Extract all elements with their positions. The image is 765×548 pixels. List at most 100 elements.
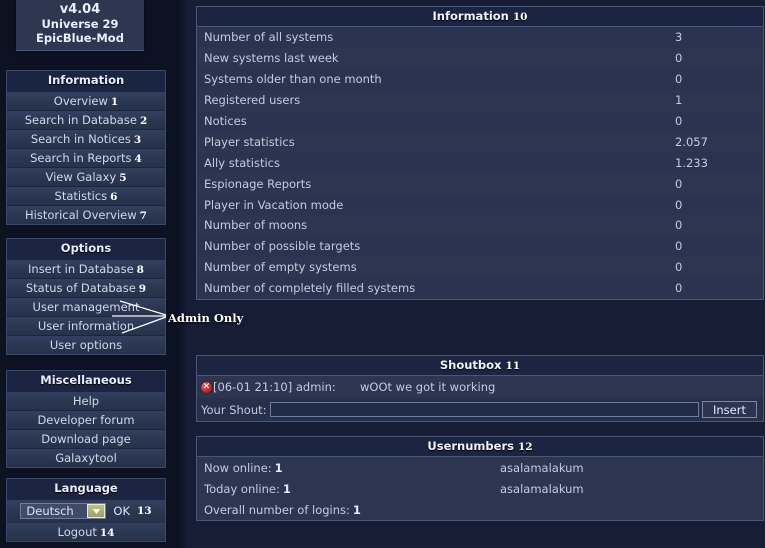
usernumbers-count: 1 — [274, 460, 283, 475]
sidebar-item-key: 8 — [136, 264, 144, 276]
app-version-header: v4.04 Universe 29 EpicBlue-Mod — [16, 0, 144, 51]
info-value: 0 — [675, 281, 683, 296]
usernumbers-count: 1 — [282, 481, 291, 496]
sidebar-item-label: Search in Reports — [30, 151, 132, 165]
info-label: Number of possible targets — [204, 239, 361, 254]
sidebar-item-key: 1 — [110, 96, 119, 108]
language-select-value: Deutsch — [26, 504, 74, 518]
logout-label: Logout — [57, 525, 97, 539]
info-value: 1.233 — [675, 155, 708, 170]
sidebar-item-search-in-database[interactable]: Search in Database 2 — [7, 110, 165, 129]
shoutbox-message-text: wOOt we got it working — [360, 380, 496, 394]
info-label: Number of empty systems — [204, 260, 357, 275]
sidebar-item-label: Help — [72, 394, 100, 408]
sidebar-menu-language: Language Deutsch OK 13 Logout 14 — [6, 478, 166, 542]
usernumbers-panel: Usernumbers 12 Now online: 1 asalamalakum… — [196, 436, 764, 521]
info-label: Number of completely filled systems — [204, 281, 416, 296]
panel-title-text: Usernumbers — [427, 439, 514, 453]
sidebar-item-user-options[interactable]: User options — [7, 335, 165, 354]
sidebar-item-download-page[interactable]: Download page — [7, 429, 165, 448]
shoutbox-panel-title: Shoutbox 11 — [197, 356, 763, 376]
info-value: 0 — [675, 176, 683, 191]
usernumbers-count: 1 — [352, 502, 361, 517]
shoutbox-form: Your Shout: Insert — [197, 398, 763, 421]
table-row: Number of moons 0 — [197, 215, 763, 236]
sidebar-item-key: 2 — [139, 115, 148, 127]
shoutbox-input[interactable] — [269, 402, 699, 417]
info-value: 0 — [675, 239, 683, 254]
shoutbox-message-stamp: [06-01 21:10] admin: — [213, 380, 336, 394]
sidebar-item-view-galaxy[interactable]: View Galaxy 5 — [7, 167, 165, 186]
sidebar-item-search-in-reports[interactable]: Search in Reports 4 — [7, 148, 165, 167]
language-row: Deutsch OK 13 — [7, 499, 165, 522]
usernumbers-user: asalamalakum — [500, 481, 584, 496]
info-label: Systems older than one month — [204, 72, 382, 87]
sidebar-item-label: Search in Notices — [30, 132, 131, 146]
language-key: 13 — [136, 505, 152, 517]
sidebar-item-key: 5 — [119, 172, 127, 184]
sidebar-item-label: User options — [49, 338, 123, 352]
sidebar-item-key: 4 — [134, 153, 142, 165]
usernumbers-label: Overall number of logins: — [204, 502, 350, 517]
table-row: Number of completely filled systems 0 — [197, 277, 763, 299]
sidebar-menu-information-title: Information — [7, 71, 165, 91]
info-label: Ally statistics — [204, 155, 280, 170]
sidebar-item-label: Status of Database — [25, 281, 136, 295]
info-label: Player in Vacation mode — [204, 197, 344, 212]
sidebar-item-key: 3 — [133, 134, 142, 146]
sidebar-item-historical-overview[interactable]: Historical Overview 7 — [7, 205, 165, 224]
chevron-down-icon[interactable] — [87, 504, 106, 518]
info-label: Notices — [204, 114, 247, 128]
panel-key: 12 — [517, 441, 533, 453]
sidebar-item-search-in-notices[interactable]: Search in Notices 3 — [7, 129, 165, 148]
language-ok-button[interactable]: OK — [111, 504, 132, 518]
delete-x-icon[interactable]: ✕ — [201, 381, 212, 393]
sidebar-item-status-of-database[interactable]: Status of Database 9 — [7, 278, 165, 297]
sidebar-item-insert-in-database[interactable]: Insert in Database 8 — [7, 259, 165, 278]
sidebar-menu-information: Information Overview 1 Search in Database… — [6, 70, 166, 225]
table-row: Number of empty systems 0 — [197, 256, 763, 278]
sidebar-item-label: Overview — [53, 94, 108, 108]
table-row: Today online: 1 asalamalakum — [197, 478, 763, 499]
sidebar-item-user-information[interactable]: User information — [7, 316, 165, 335]
panel-key: 10 — [512, 11, 528, 23]
table-row: Number of possible targets 0 — [197, 235, 763, 257]
sidebar-item-help[interactable]: Help — [7, 391, 165, 410]
shoutbox-insert-button[interactable]: Insert — [702, 401, 757, 418]
sidebar-item-statistics[interactable]: Statistics 6 — [7, 186, 165, 205]
information-panel-title: Information 10 — [197, 7, 763, 27]
version-label: v4.04 — [59, 2, 101, 17]
sidebar-item-label: User management — [32, 300, 140, 314]
sidebar-item-label: Developer forum — [37, 413, 135, 427]
sidebar-menu-options-title: Options — [7, 239, 165, 259]
shoutbox-input-label: Your Shout: — [201, 402, 267, 417]
table-row: Registered users 1 — [197, 89, 763, 111]
usernumbers-user: asalamalakum — [500, 460, 584, 475]
sidebar-item-user-management[interactable]: User management — [7, 297, 165, 316]
table-row: Systems older than one month 0 — [197, 68, 763, 90]
sidebar-item-developer-forum[interactable]: Developer forum — [7, 410, 165, 429]
table-row: Notices 0 — [197, 110, 763, 132]
sidebar-item-overview[interactable]: Overview 1 — [7, 91, 165, 110]
sidebar-item-key: 6 — [110, 191, 118, 203]
info-value: 2.057 — [675, 134, 708, 149]
info-value: 0 — [675, 260, 683, 275]
info-value: 1 — [675, 93, 683, 108]
logout-key: 14 — [99, 527, 115, 539]
info-label: Player statistics — [204, 134, 295, 149]
language-select[interactable]: Deutsch — [20, 503, 107, 519]
sidebar-item-logout[interactable]: Logout 14 — [7, 522, 165, 541]
sidebar-item-label: Statistics — [54, 189, 108, 203]
table-row: Player statistics 2.057 — [197, 131, 763, 153]
sidebar-item-galaxytool[interactable]: Galaxytool — [7, 448, 165, 467]
table-row: Player in Vacation mode 0 — [197, 194, 763, 216]
shoutbox-panel: Shoutbox 11 ✕ [06-01 21:10] admin: wOOt w… — [196, 355, 764, 422]
table-row: Number of all systems 3 — [197, 27, 763, 48]
table-row: Ally statistics 1.233 — [197, 152, 763, 174]
info-value: 0 — [675, 51, 683, 66]
panel-title-text: Shoutbox — [439, 358, 502, 372]
info-value: 0 — [675, 197, 683, 212]
sidebar-menu-miscellaneous-title: Miscellaneous — [7, 371, 165, 391]
info-label: New systems last week — [204, 51, 339, 66]
sidebar-item-label: Galaxytool — [55, 451, 117, 465]
